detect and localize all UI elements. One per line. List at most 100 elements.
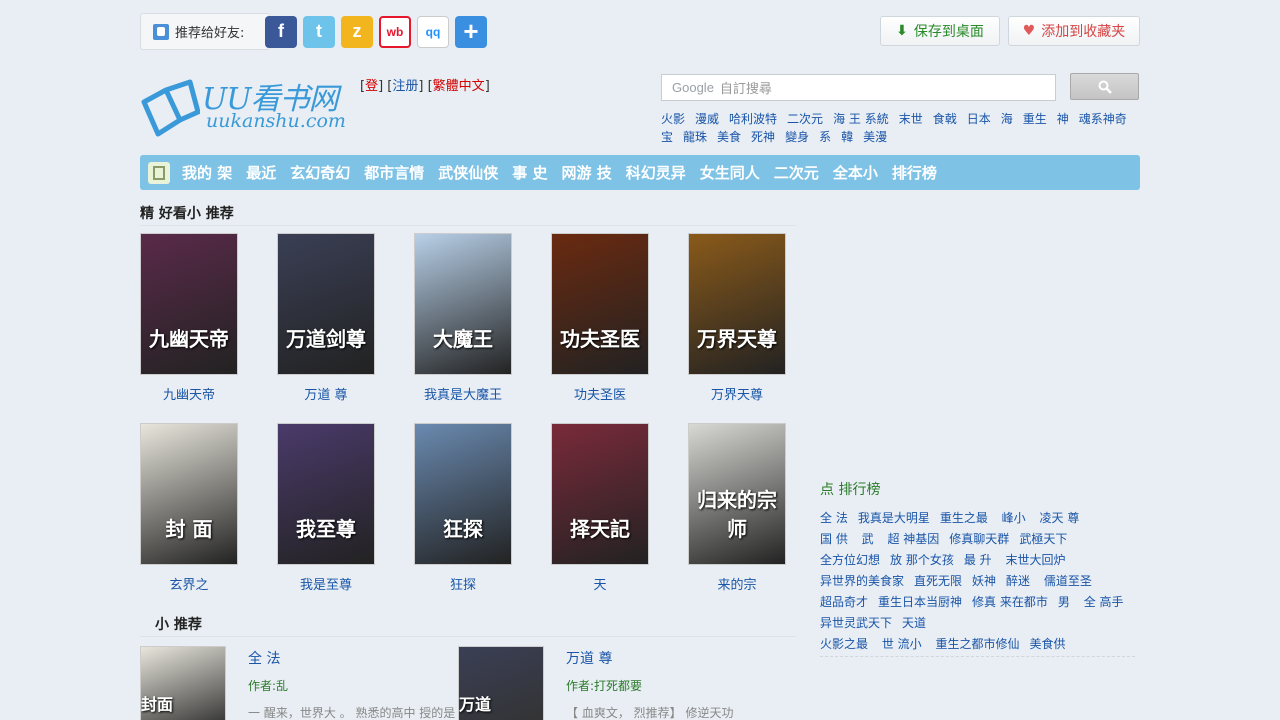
rank-item-link[interactable]: 男 — [1058, 595, 1074, 609]
twitter-icon[interactable]: t — [303, 15, 335, 48]
recommend-title[interactable]: 全 法 — [248, 648, 280, 668]
add-favorite-button[interactable]: ♥ 添加到收藏夹 — [1008, 16, 1140, 46]
book-cover[interactable]: 万界天尊 — [688, 233, 786, 375]
rank-item-link[interactable]: 儒道至圣 — [1044, 574, 1092, 588]
rank-item-link[interactable]: 末世大回炉 — [1005, 553, 1065, 567]
hot-word-link[interactable]: 重生 — [1023, 112, 1047, 126]
share-pill[interactable]: 推荐给好友: — [140, 13, 270, 50]
book-title[interactable]: 万道 尊 — [271, 384, 381, 403]
book-card[interactable]: 功夫圣医 功夫圣医 — [551, 233, 661, 403]
nav-item[interactable]: 全本小 — [833, 162, 878, 183]
book-cover[interactable]: 万道剑尊 — [277, 233, 375, 375]
hot-word-link[interactable]: 海 王 系統 — [833, 112, 889, 126]
site-logo[interactable]: UU看书网 uukanshu.com — [140, 72, 346, 140]
book-cover[interactable]: 九幽天帝 — [140, 233, 238, 375]
qzone-icon[interactable]: z — [341, 15, 373, 48]
book-cover[interactable]: 封 面 — [140, 423, 238, 565]
rank-item-link[interactable]: 醉迷 — [1006, 574, 1034, 588]
book-title[interactable]: 来的宗 — [682, 574, 792, 593]
book-title[interactable]: 天 — [545, 574, 655, 593]
traditional-chinese-link[interactable]: 繁體中文 — [433, 79, 485, 94]
book-card[interactable]: 万道剑尊 万道 尊 — [277, 233, 387, 403]
rank-item-link[interactable]: 修真聊天群 — [949, 532, 1009, 546]
weibo-icon[interactable]: wb — [379, 15, 411, 48]
nav-item[interactable]: 事 史 — [512, 162, 547, 183]
book-cover[interactable]: 择天記 — [551, 423, 649, 565]
facebook-icon[interactable]: f — [265, 15, 297, 48]
book-title[interactable]: 我是至尊 — [271, 574, 381, 593]
hot-word-link[interactable]: 日本 — [967, 112, 991, 126]
search-button[interactable] — [1070, 73, 1139, 100]
rank-item-link[interactable]: 重生之都市修仙 — [935, 637, 1019, 651]
book-card[interactable]: 万界天尊 万界天尊 — [688, 233, 798, 403]
book-card[interactable]: 择天記天 — [551, 423, 661, 593]
book-cover[interactable]: 封面 — [140, 646, 226, 720]
book-cover[interactable]: 归来的宗师 — [688, 423, 786, 565]
nav-item[interactable]: 网游 技 — [562, 162, 612, 183]
nav-item[interactable]: 都市言情 — [364, 162, 424, 183]
recommend-item[interactable]: 万道 万道 尊作者:打死都要【 血爽文， 烈推荐】 修逆天功 — [458, 646, 733, 720]
book-card[interactable]: 归来的宗师 来的宗 — [688, 423, 798, 593]
rank-item-link[interactable]: 放 那个女孩 — [890, 553, 954, 567]
hot-word-link[interactable]: 變身 — [785, 130, 809, 144]
rank-item-link[interactable]: 妖神 — [972, 574, 996, 588]
hot-word-link[interactable]: 末世 — [899, 112, 923, 126]
rank-item-link[interactable]: 武 — [862, 532, 878, 546]
hot-word-link[interactable]: 食戟 — [933, 112, 957, 126]
nav-item[interactable]: 科幻灵异 — [626, 162, 686, 183]
rank-item-link[interactable]: 重生日本当厨神 — [878, 595, 962, 609]
rank-item-link[interactable]: 武極天下 — [1019, 532, 1067, 546]
rank-item-link[interactable]: 重生之最 — [940, 511, 992, 525]
rank-item-link[interactable]: 世 流小 — [882, 637, 926, 651]
nav-item[interactable]: 排行榜 — [892, 162, 937, 183]
recommend-item[interactable]: 封面 全 法作者:乱一 醒来，世界大 。 熟悉的高中 授的是 — [140, 646, 455, 720]
rank-item-link[interactable]: 全 高手 — [1084, 595, 1124, 609]
rank-item-link[interactable]: 最 升 — [964, 553, 996, 567]
book-title[interactable]: 功夫圣医 — [545, 384, 655, 403]
rank-item-link[interactable]: 美食供 — [1029, 637, 1065, 651]
book-card[interactable]: 封 面玄界之 — [140, 423, 250, 593]
register-link[interactable]: 注册 — [392, 79, 418, 94]
book-title[interactable]: 万界天尊 — [682, 384, 792, 403]
book-card[interactable]: 我至尊 我是至尊 — [277, 423, 387, 593]
rank-item-link[interactable]: 超品奇才 — [820, 595, 868, 609]
qq-icon[interactable]: qq — [417, 15, 449, 48]
book-title[interactable]: 玄界之 — [134, 574, 244, 593]
book-title[interactable]: 我真是大魔王 — [408, 384, 518, 403]
book-card[interactable]: 大魔王 我真是大魔王 — [414, 233, 524, 403]
book-card[interactable]: 狂探 狂探 — [414, 423, 524, 593]
rank-item-link[interactable]: 全方位幻想 — [820, 553, 880, 567]
rank-item-link[interactable]: 凌天 尊 — [1040, 511, 1080, 525]
rank-item-link[interactable]: 异世灵武天下 — [820, 616, 892, 630]
login-link[interactable]: 登 — [365, 79, 378, 94]
rank-item-link[interactable]: 直死无限 — [914, 574, 962, 588]
rank-item-link[interactable]: 我真是大明星 — [858, 511, 930, 525]
rank-item-link[interactable]: 天道 — [902, 616, 926, 630]
rank-item-link[interactable]: 异世界的美食家 — [820, 574, 904, 588]
nav-item[interactable]: 玄幻奇幻 — [290, 162, 350, 183]
rank-item-link[interactable]: 峰小 — [1002, 511, 1030, 525]
nav-item[interactable]: 武侠仙侠 — [438, 162, 498, 183]
hot-word-link[interactable]: 哈利波特 — [729, 112, 777, 126]
hot-word-link[interactable]: 韓 — [841, 130, 853, 144]
hot-word-link[interactable]: 漫威 — [695, 112, 719, 126]
recommend-title[interactable]: 万道 尊 — [566, 648, 612, 668]
rank-item-link[interactable]: 修真 来在都市 — [972, 595, 1048, 609]
hot-word-link[interactable]: 美食 — [717, 130, 741, 144]
save-to-desktop-button[interactable]: ⬇ 保存到桌面 — [880, 16, 1000, 46]
rank-item-link[interactable]: 国 供 — [820, 532, 852, 546]
hot-word-link[interactable]: 系 — [819, 130, 831, 144]
more-share-icon[interactable]: + — [455, 15, 487, 48]
hot-word-link[interactable]: 美漫 — [863, 130, 887, 144]
book-card[interactable]: 九幽天帝 九幽天帝 — [140, 233, 250, 403]
hot-word-link[interactable]: 二次元 — [787, 112, 823, 126]
hot-word-link[interactable]: 死神 — [751, 130, 775, 144]
hot-word-link[interactable]: 海 — [1001, 112, 1013, 126]
book-title[interactable]: 狂探 — [408, 574, 518, 593]
nav-item[interactable]: 最近 — [246, 162, 276, 183]
hot-word-link[interactable]: 神 — [1057, 112, 1069, 126]
rank-item-link[interactable]: 超 神基因 — [887, 532, 939, 546]
book-cover[interactable]: 功夫圣医 — [551, 233, 649, 375]
rank-item-link[interactable]: 全 法 — [820, 511, 848, 525]
rank-item-link[interactable]: 火影之最 — [820, 637, 872, 651]
